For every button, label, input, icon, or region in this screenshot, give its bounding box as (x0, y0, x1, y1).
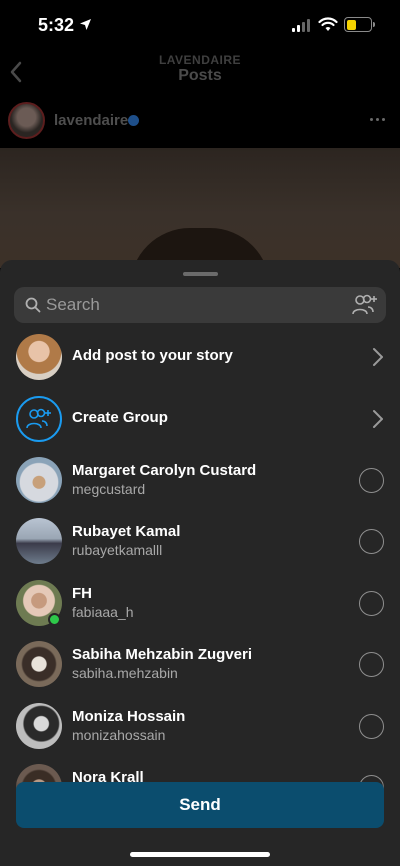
select-checkbox[interactable] (359, 714, 384, 739)
create-group-icon-ring (16, 396, 62, 442)
contact-row[interactable]: Margaret Carolyn Custard megcustard (0, 450, 400, 510)
battery-icon (344, 17, 375, 32)
contact-handle: rubayetkamalll (72, 542, 163, 558)
chevron-right-icon (373, 410, 383, 428)
sheet-grabber-handle[interactable] (183, 272, 218, 276)
contact-row[interactable]: FH fabiaaa_h (0, 573, 400, 633)
online-status-indicator (48, 613, 61, 626)
avatar (16, 518, 62, 564)
verified-badge-icon (128, 115, 139, 126)
contact-handle: monizahossain (72, 727, 166, 743)
select-checkbox[interactable] (359, 468, 384, 493)
post-image (0, 148, 400, 288)
status-bar: 5:32 (0, 0, 400, 52)
author-avatar[interactable] (8, 102, 45, 139)
wifi-icon (318, 17, 338, 31)
contact-row[interactable]: Sabiha Mehzabin Zugveri sabiha.mehzabin (0, 634, 400, 694)
contact-name: FH (72, 585, 92, 602)
select-checkbox[interactable] (359, 652, 384, 677)
contact-name: Margaret Carolyn Custard (72, 462, 257, 479)
more-options-icon[interactable] (370, 118, 385, 121)
chevron-right-icon (373, 348, 383, 366)
contact-name: Sabiha Mehzabin Zugveri (72, 646, 253, 663)
post-header: LAVENDAIRE Posts (0, 52, 400, 98)
search-input[interactable] (46, 287, 326, 323)
header-title: Posts (178, 67, 222, 84)
create-group-label: Create Group (72, 409, 168, 426)
my-story-avatar (16, 334, 62, 380)
contact-row[interactable]: Rubayet Kamal rubayetkamalll (0, 511, 400, 571)
contact-row[interactable]: Moniza Hossain monizahossain (0, 696, 400, 756)
status-time: 5:32 (38, 15, 75, 35)
contact-handle: megcustard (72, 481, 146, 497)
add-to-story-row[interactable]: Add post to your story (0, 327, 400, 387)
create-group-icon (26, 408, 51, 429)
select-checkbox[interactable] (359, 529, 384, 554)
search-bar[interactable] (14, 287, 386, 323)
author-username[interactable]: lavendaire (54, 112, 128, 129)
send-button[interactable]: Send (16, 782, 384, 828)
location-arrow-icon (80, 19, 91, 30)
contact-name: Moniza Hossain (72, 708, 186, 725)
header-subtitle: LAVENDAIRE (158, 53, 242, 67)
home-indicator[interactable] (130, 852, 270, 857)
search-icon (25, 297, 41, 313)
contact-name: Rubayet Kamal (72, 523, 181, 540)
post-author-row: lavendaire (0, 98, 400, 146)
create-group-row[interactable]: Create Group (0, 389, 400, 449)
share-sheet: Add post to your story Create Group Marg… (0, 260, 400, 866)
avatar (16, 703, 62, 749)
avatar (16, 641, 62, 687)
select-checkbox[interactable] (359, 591, 384, 616)
contact-handle: fabiaaa_h (72, 604, 134, 620)
add-people-icon[interactable] (352, 294, 378, 316)
avatar (16, 457, 62, 503)
cellular-signal-icon (292, 19, 310, 32)
add-to-story-label: Add post to your story (72, 347, 233, 364)
contact-handle: sabiha.mehzabin (72, 665, 178, 681)
